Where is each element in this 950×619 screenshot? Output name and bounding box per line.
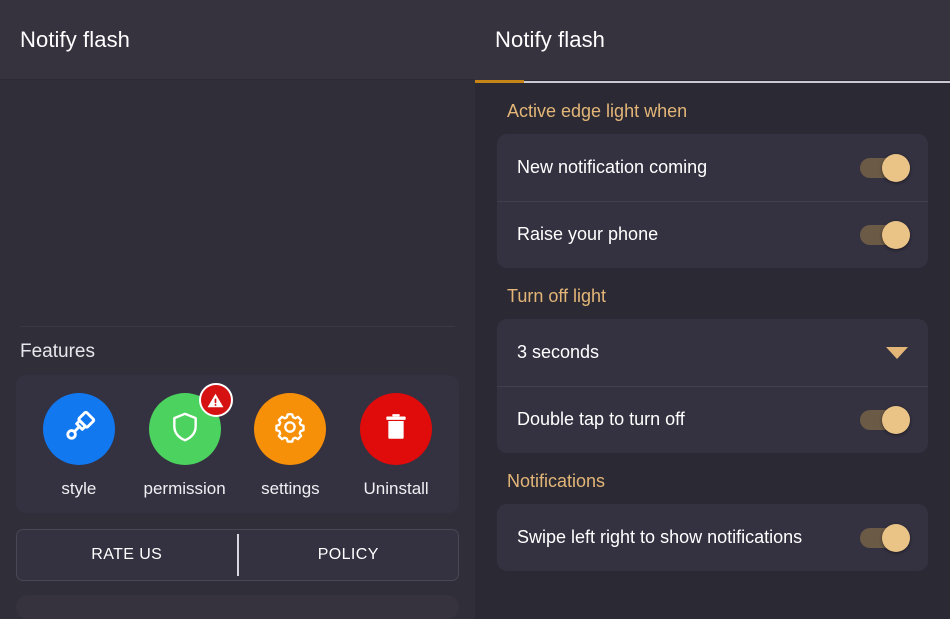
feature-uninstall[interactable]: Uninstall <box>344 393 448 499</box>
left-pane: Notify flash Features style permission s… <box>0 0 475 619</box>
row-raise-your-phone-label: Raise your phone <box>517 224 659 244</box>
toggle-raise-your-phone[interactable] <box>860 220 910 249</box>
bottom-button-group: RATE US POLICY <box>16 529 459 581</box>
row-double-tap-to-turn-off-label: Double tap to turn off <box>517 409 685 429</box>
feature-settings-circle <box>254 393 327 465</box>
feature-settings-label: settings <box>261 479 320 498</box>
row-raise-your-phone[interactable]: Raise your phone <box>497 201 928 268</box>
section-turn-off-light: Turn off light 3 seconds Double tap to t… <box>497 268 928 453</box>
row-swipe-left-right[interactable]: Swipe left right to show notifications <box>497 504 928 571</box>
feature-permission-circle <box>148 383 233 465</box>
toggle-thumb <box>882 153 910 182</box>
trash-icon <box>379 410 413 449</box>
toggle-double-tap-to-turn-off[interactable] <box>860 405 910 434</box>
card-active-edge-light: New notification coming Raise your phone <box>497 134 928 268</box>
feature-permission[interactable]: permission <box>133 383 237 499</box>
row-turn-off-delay[interactable]: 3 seconds <box>497 319 928 386</box>
section-active-edge-light: Active edge light when New notification … <box>497 83 928 268</box>
left-content-spacer <box>0 80 475 326</box>
feature-permission-label: permission <box>143 479 226 498</box>
toggle-swipe-left-right[interactable] <box>860 523 910 552</box>
section-header-turn-off-light: Turn off light <box>507 286 607 306</box>
right-app-title: Notify flash <box>495 27 606 52</box>
features-card: style permission settings Uninstall <box>16 375 459 513</box>
feature-style-label: style <box>61 479 97 498</box>
warning-triangle-icon <box>198 383 233 417</box>
section-header-notifications: Notifications <box>507 471 606 491</box>
rate-us-button[interactable]: RATE US <box>17 530 237 580</box>
gear-icon <box>272 409 308 450</box>
feature-style[interactable]: style <box>27 393 131 499</box>
feature-settings[interactable]: settings <box>238 393 342 499</box>
card-notifications: Swipe left right to show notifications <box>497 504 928 571</box>
toggle-thumb <box>882 523 910 552</box>
left-appbar: Notify flash <box>0 0 475 80</box>
settings-scroll-area[interactable]: Active edge light when New notification … <box>475 83 950 619</box>
shield-icon <box>167 409 203 450</box>
row-new-notification-coming[interactable]: New notification coming <box>497 134 928 201</box>
features-heading: Features <box>20 341 95 362</box>
toggle-thumb <box>882 220 910 249</box>
row-turn-off-delay-value: 3 seconds <box>517 342 600 362</box>
card-turn-off-light: 3 seconds Double tap to turn off <box>497 319 928 453</box>
section-header-active-edge-light: Active edge light when <box>507 101 688 121</box>
row-new-notification-coming-label: New notification coming <box>517 157 708 177</box>
feature-style-circle <box>42 393 115 465</box>
features-section: Features style permission settings Unins… <box>0 326 475 513</box>
chevron-down-icon[interactable] <box>886 346 908 359</box>
tab-strip-line <box>475 81 950 83</box>
toggle-new-notification-coming[interactable] <box>860 153 910 182</box>
row-swipe-left-right-label: Swipe left right to show notifications <box>517 527 803 547</box>
left-app-title: Notify flash <box>20 26 131 52</box>
policy-button[interactable]: POLICY <box>239 530 459 580</box>
app-root: Notify flash Features style permission s… <box>0 0 950 619</box>
row-double-tap-to-turn-off[interactable]: Double tap to turn off <box>497 386 928 453</box>
feature-uninstall-circle <box>360 393 433 465</box>
toggle-thumb <box>882 405 910 434</box>
right-pane: Notify flash Active edge light when New … <box>475 0 950 619</box>
section-notifications: Notifications Swipe left right to show n… <box>497 453 928 571</box>
bottom-placeholder-bar <box>16 595 459 619</box>
tab-strip <box>475 80 950 83</box>
paintbrush-icon <box>59 407 99 452</box>
left-body: Features style permission settings Unins… <box>0 80 475 619</box>
feature-uninstall-label: Uninstall <box>363 479 429 498</box>
tab-active-indicator <box>475 80 524 83</box>
right-appbar: Notify flash <box>475 0 950 80</box>
